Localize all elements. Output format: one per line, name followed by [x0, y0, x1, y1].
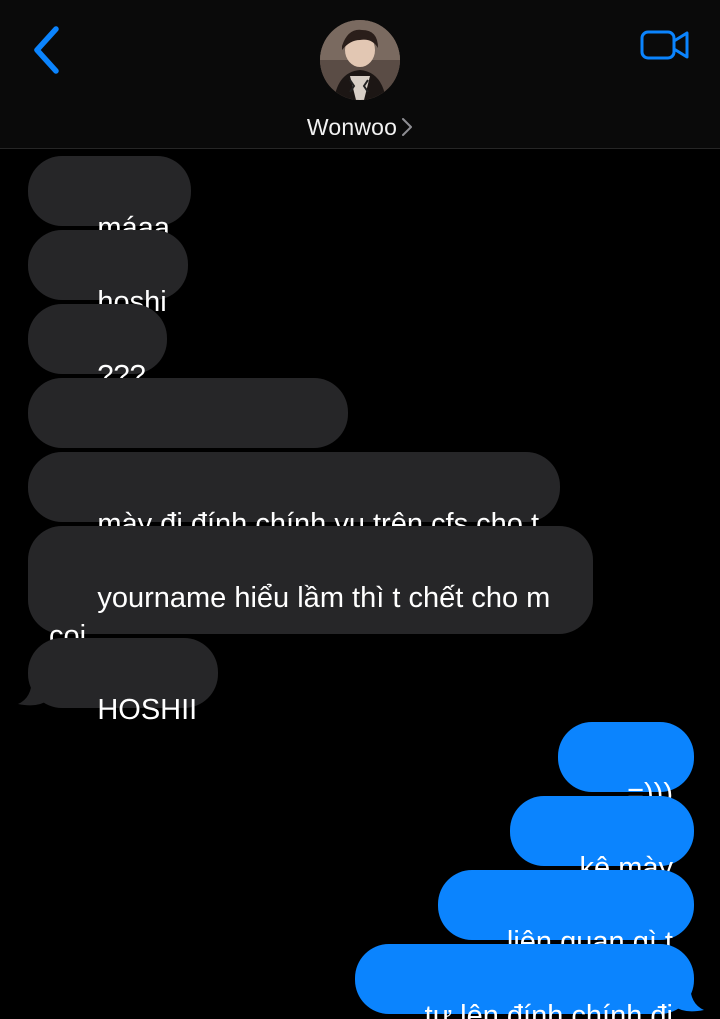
contact-name: Wonwoo: [306, 113, 398, 140]
incoming-message[interactable]: ???: [28, 304, 167, 392]
incoming-message[interactable]: yourname hiểu lầm thì t chết cho m coi: [28, 526, 593, 652]
incoming-message[interactable]: mày đi đính chính vụ trên cfs cho t: [28, 452, 561, 540]
contact-name-button[interactable]: Wonwoo: [0, 110, 720, 144]
chevron-right-icon: [401, 117, 413, 137]
contact-photo: [320, 20, 400, 100]
back-button[interactable]: [22, 22, 70, 78]
avatar[interactable]: [320, 20, 400, 100]
video-camera-icon: [640, 30, 689, 60]
message-text: tự lên đính chính đi: [424, 1000, 673, 1019]
incoming-message[interactable]: máaa: [28, 156, 191, 244]
outgoing-message[interactable]: kệ mày: [510, 796, 694, 884]
incoming-message[interactable]: HOSHII: [28, 638, 219, 726]
chevron-left-icon: [34, 26, 59, 74]
outgoing-message[interactable]: =))): [557, 722, 694, 810]
message-text: HOSHII: [97, 694, 198, 726]
incoming-message[interactable]: hoshi: [28, 230, 188, 318]
outgoing-message[interactable]: liên quan gì t: [437, 870, 694, 958]
conversation-header: Wonwoo: [0, 0, 720, 149]
outgoing-bubble-tail: [674, 984, 704, 1012]
messages-screen: Wonwoo máaa hoshi ??? mày đi đính chính …: [0, 0, 720, 1019]
facetime-button[interactable]: [634, 22, 696, 68]
incoming-bubble-tail: [18, 678, 48, 706]
incoming-message[interactable]: [28, 378, 348, 505]
outgoing-message[interactable]: tự lên đính chính đi: [355, 944, 694, 1019]
message-thread[interactable]: máaa hoshi ??? mày đi đính chính vụ trên…: [0, 150, 720, 1019]
